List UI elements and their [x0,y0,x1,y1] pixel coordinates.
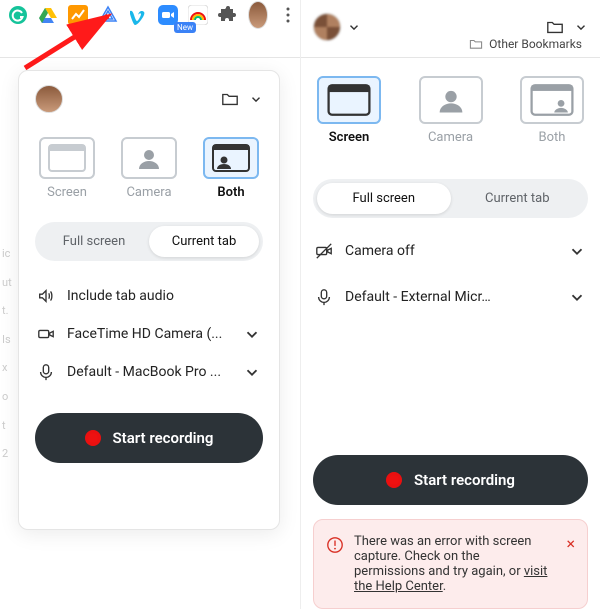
microphone-icon [37,363,55,381]
chevron-down-icon[interactable] [347,20,361,34]
speaker-icon [37,287,55,305]
camera-off-icon [315,242,333,260]
start-recording-button[interactable]: Start recording [35,413,263,463]
analytics-icon[interactable] [68,5,88,25]
camera-select-row[interactable]: Camera off [313,228,588,274]
chevron-down-icon [568,288,586,306]
vimeo-icon[interactable] [128,5,148,25]
archive-icon[interactable] [98,5,118,25]
screen-scope-segment: Full screen Current tab [35,222,263,261]
chevron-down-icon[interactable] [574,20,588,34]
mode-both-label: Both [539,130,566,145]
mode-screen-label: Screen [47,185,87,200]
error-banner: There was an error with screen capture. … [313,519,588,609]
chevron-down-icon [243,325,261,343]
error-text: There was an error with screen capture. … [354,534,552,594]
record-icon [85,430,101,446]
folder-icon[interactable] [546,18,564,36]
mode-both[interactable]: Both [516,70,588,151]
google-drive-icon[interactable] [38,5,58,25]
mode-both[interactable]: Both [199,131,263,206]
mic-select-label: Default - External Micr… [345,289,556,305]
include-audio-row[interactable]: Include tab audio [35,277,263,315]
microphone-icon [315,288,333,306]
mode-camera-label: Camera [126,185,171,200]
profile-avatar-icon[interactable] [248,5,268,25]
seg-current-tab[interactable]: Current tab [149,226,259,257]
grammarly-icon[interactable] [8,5,28,25]
mode-screen[interactable]: Screen [313,70,385,151]
start-recording-button[interactable]: Start recording [313,455,588,505]
mode-camera[interactable]: Camera [415,70,487,151]
extensions-icon[interactable] [218,5,238,25]
background-text: icutt.Isxot2 [2,240,12,469]
camera-icon [37,325,55,343]
warning-icon [326,536,344,554]
chevron-down-icon[interactable] [249,92,263,106]
seg-full-screen[interactable]: Full screen [317,183,451,214]
include-audio-label: Include tab audio [67,288,261,304]
chevron-down-icon [243,363,261,381]
start-recording-label: Start recording [113,429,214,447]
user-avatar-pixelated[interactable] [313,13,341,41]
folder-icon[interactable] [221,90,239,108]
recorder-popup-left: Screen Camera Both Full screen Current t… [18,70,280,530]
seg-current-tab[interactable]: Current tab [451,183,585,214]
screen-scope-segment: Full screen Current tab [313,179,588,218]
recorder-popup-right: Screen Camera Both Full screen Current t… [300,0,600,609]
new-badge: New [174,22,196,33]
mode-screen-label: Screen [329,130,370,145]
record-icon [386,472,402,488]
camera-select-label: FaceTime HD Camera (... [67,326,231,342]
user-avatar[interactable] [35,85,63,113]
seg-full-screen[interactable]: Full screen [39,226,149,257]
capture-mode-row: Screen Camera Both [313,70,588,151]
mic-select-row[interactable]: Default - MacBook Pro ... [35,353,263,391]
mode-camera[interactable]: Camera [117,131,181,206]
mic-select-label: Default - MacBook Pro ... [67,364,231,380]
mode-camera-label: Camera [428,130,473,145]
chevron-down-icon [568,242,586,260]
mic-select-row[interactable]: Default - External Micr… [313,274,588,320]
mode-screen[interactable]: Screen [35,131,99,206]
mode-both-label: Both [217,185,244,200]
more-icon[interactable] [278,5,298,25]
capture-mode-row: Screen Camera Both [35,131,263,206]
close-icon[interactable]: × [566,534,575,553]
camera-select-row[interactable]: FaceTime HD Camera (... [35,315,263,353]
camera-select-label: Camera off [345,243,556,259]
start-recording-label: Start recording [414,471,515,489]
